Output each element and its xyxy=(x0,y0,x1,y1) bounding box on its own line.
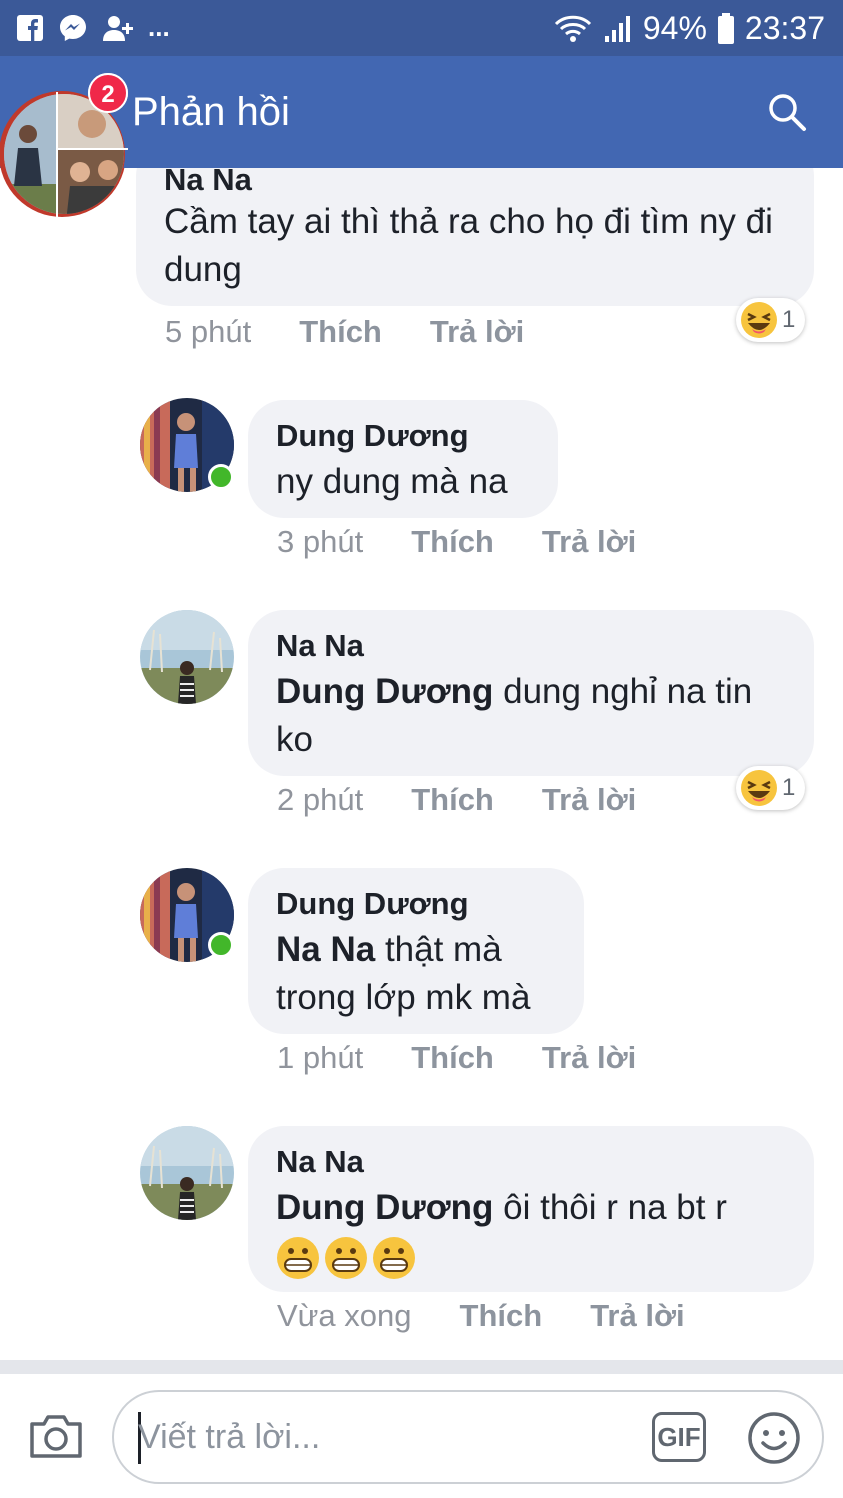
facebook-icon xyxy=(17,14,43,41)
emoji-row xyxy=(276,1236,416,1280)
comment-bubble[interactable]: Dung Dương ny dung mà na xyxy=(248,400,558,518)
like-button[interactable]: Thích xyxy=(411,782,494,818)
comment-author[interactable]: Na Na xyxy=(164,162,252,198)
reaction-count[interactable]: 1 xyxy=(736,766,806,810)
comment-author[interactable]: Na Na xyxy=(276,628,364,664)
comment-author[interactable]: Na Na xyxy=(276,1144,364,1180)
grin-emoji-icon xyxy=(325,1237,367,1279)
comment-text: Cầm tay ai thì thả ra cho họ đi tìm ny đ… xyxy=(164,202,773,289)
like-button[interactable]: Thích xyxy=(411,524,494,560)
comment-text: Dung Dương ôi thôi r na bt r xyxy=(276,1184,796,1232)
like-button[interactable]: Thích xyxy=(299,314,382,350)
comment-meta: 1 phút Thích Trả lời xyxy=(277,1040,636,1076)
like-button[interactable]: Thích xyxy=(460,1298,543,1334)
comment-meta: 2 phút Thích Trả lời xyxy=(277,782,636,818)
messenger-icon xyxy=(60,14,86,41)
clock: 23:37 xyxy=(744,10,825,46)
grin-emoji-icon xyxy=(277,1237,319,1279)
comment-bubble[interactable]: Dung Dương Na Na thật mà trong lớp mk mà xyxy=(248,868,584,1034)
reply-composer: Viết trả lời... GIF xyxy=(0,1374,843,1498)
search-icon[interactable] xyxy=(767,92,807,132)
system-status: 94% 23:37 xyxy=(553,10,825,47)
comment-body: ôi thôi r na bt r xyxy=(493,1188,727,1227)
reply-button[interactable]: Trả lời xyxy=(542,1040,636,1076)
page-title-overlay: Phản hồi xyxy=(132,90,290,134)
reply-button[interactable]: Trả lời xyxy=(430,314,524,350)
gif-button[interactable]: GIF xyxy=(652,1412,706,1462)
reaction-number: 1 xyxy=(782,306,796,333)
notification-badge: 2 xyxy=(88,73,128,113)
comment-meta: Vừa xong Thích Trả lời xyxy=(277,1298,685,1334)
reply-button[interactable]: Trả lời xyxy=(542,782,636,818)
reply-input[interactable]: Viết trả lời... GIF xyxy=(112,1390,824,1484)
notification-icons: ... xyxy=(16,12,170,43)
mention-link[interactable]: Na Na xyxy=(276,930,375,969)
divider xyxy=(0,1360,843,1374)
reaction-count[interactable]: 1 xyxy=(736,298,806,342)
grin-emoji-icon xyxy=(373,1237,415,1279)
comment-text: ny dung mà na xyxy=(276,462,508,501)
signal-icon xyxy=(604,15,630,42)
haha-reaction-icon xyxy=(741,770,777,806)
comment-time: 3 phút xyxy=(277,524,364,559)
battery-icon xyxy=(717,12,734,44)
sticker-emoji-icon[interactable] xyxy=(746,1410,802,1466)
avatar[interactable] xyxy=(140,610,234,704)
comment-author[interactable]: Dung Dương xyxy=(276,886,469,922)
avatar[interactable] xyxy=(140,1126,234,1220)
friend-request-icon xyxy=(103,15,133,41)
like-button[interactable]: Thích xyxy=(411,1040,494,1076)
reaction-number: 1 xyxy=(782,774,796,801)
comment-bubble[interactable]: Na Na Dung Dương dung nghỉ na tin ko xyxy=(248,610,814,776)
camera-icon[interactable] xyxy=(28,1412,84,1460)
comment-bubble[interactable]: Na Na Dung Dương ôi thôi r na bt r xyxy=(248,1126,814,1292)
battery-percent: 94% xyxy=(642,10,707,46)
comment-time: Vừa xong xyxy=(277,1298,412,1333)
comment-time: 1 phút xyxy=(277,1040,364,1075)
mention-link[interactable]: Dung Dương xyxy=(276,1188,493,1227)
haha-reaction-icon xyxy=(741,302,777,338)
comment-time: 2 phút xyxy=(277,782,364,817)
more-notifications-text: ... xyxy=(148,12,170,42)
mention-link[interactable]: Dung Dương xyxy=(276,672,493,711)
online-indicator xyxy=(208,932,234,958)
comment-time: 5 phút xyxy=(165,314,252,349)
comment-author[interactable]: Dung Dương xyxy=(276,418,469,454)
wifi-icon xyxy=(554,15,591,42)
avatar-image xyxy=(140,1126,234,1220)
comment-text: Dung Dương dung nghỉ na tin ko xyxy=(276,668,796,764)
online-indicator xyxy=(208,464,234,490)
comment-meta: 5 phút Thích Trả lời xyxy=(165,314,524,350)
reply-placeholder: Viết trả lời... xyxy=(138,1418,321,1456)
reply-button[interactable]: Trả lời xyxy=(542,524,636,560)
status-bar: ... 94% 23:37 xyxy=(0,0,843,56)
comment-meta: 3 phút Thích Trả lời xyxy=(277,524,636,560)
comment-bubble[interactable]: Na Na Cầm tay ai thì thả ra cho họ đi tì… xyxy=(136,140,814,306)
reply-button[interactable]: Trả lời xyxy=(590,1298,684,1334)
comment-text: Na Na thật mà trong lớp mk mà xyxy=(276,926,566,1022)
avatar-image xyxy=(140,610,234,704)
